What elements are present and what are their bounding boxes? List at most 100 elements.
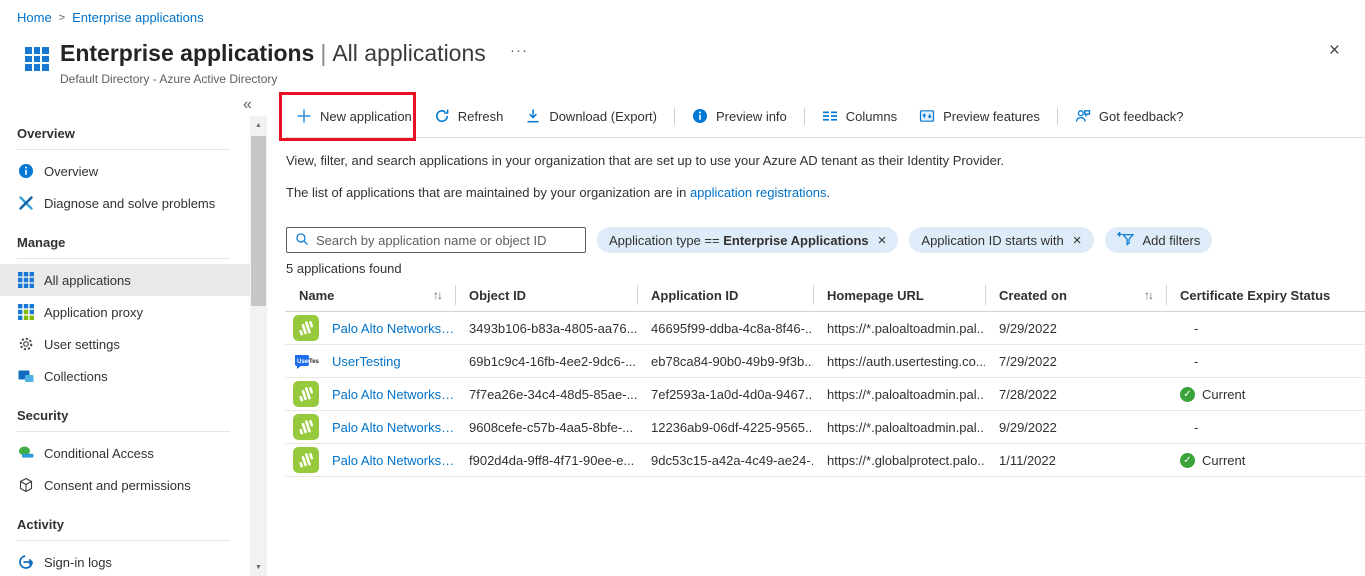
filter-pill-application-type[interactable]: Application type == Enterprise Applicati… [597, 227, 898, 253]
sidebar-item-application-proxy[interactable]: Application proxy [0, 296, 250, 328]
sidebar-item-diagnose-and-solve-problems[interactable]: Diagnose and solve problems [0, 187, 250, 219]
toolbar-button-label: Columns [846, 109, 897, 124]
applications-table: Name↑↓ Object ID Application IDHomepage UR… [285, 279, 1365, 477]
column-header-label: Object ID [469, 288, 526, 303]
sidebar-section-header: Manage [0, 235, 250, 253]
scrollbar-thumb[interactable] [251, 136, 266, 306]
sidebar-section: OverviewOverviewDiagnose and solve probl… [0, 112, 250, 219]
application-name-link[interactable]: UserTesting [332, 354, 401, 369]
homepage-url-cell: https://*.globalprotect.palo... [813, 444, 985, 476]
sidebar-section: SecurityConditional AccessConsent and pe… [0, 392, 250, 501]
download-export--button[interactable]: Download (Export) [514, 98, 668, 134]
certificate-status-cell: - [1166, 312, 1365, 344]
close-icon[interactable]: × [1329, 41, 1340, 60]
certificate-status-cell: ✓Current [1166, 378, 1365, 410]
toolbar: New application Refresh Download (Export) P… [285, 95, 1365, 138]
application-name-link[interactable]: Palo Alto Networks ... [332, 420, 455, 435]
more-options-icon[interactable]: ··· [510, 42, 528, 59]
preview-info-button[interactable]: Preview info [681, 98, 798, 134]
name-cell: UserTes UserTesting [285, 345, 455, 377]
proxy-icon [17, 304, 34, 321]
toolbar-button-label: Preview features [943, 109, 1040, 124]
main-content: New application Refresh Download (Export) P… [285, 95, 1365, 576]
sidebar-item-label: Application proxy [44, 305, 143, 320]
columns-button[interactable]: Columns [811, 98, 908, 134]
application-name-link[interactable]: Palo Alto Networks ... [332, 453, 455, 468]
homepage-url-cell: https://auth.usertesting.co... [813, 345, 985, 377]
name-cell: Palo Alto Networks ... [285, 411, 455, 443]
certificate-status-text: Current [1202, 387, 1245, 402]
certificate-status-cell: - [1166, 411, 1365, 443]
toolbar-button-label: Download (Export) [549, 109, 657, 124]
sidebar-item-label: Consent and permissions [44, 478, 191, 493]
toolbar-button-label: Preview info [716, 109, 787, 124]
object-id-cell: 9608cefe-c57b-4aa5-8bfe-... [455, 411, 637, 443]
sidebar-item-label: Sign-in logs [44, 555, 112, 570]
divider [17, 258, 230, 259]
diagnose-icon [17, 195, 34, 212]
add-filters-button[interactable]: Add filters [1105, 227, 1213, 253]
sidebar-item-consent-and-permissions[interactable]: Consent and permissions [0, 469, 250, 501]
table-row: Palo Alto Networks ...f902d4da-9ff8-4f71… [285, 444, 1365, 477]
page-title-view: All applications [332, 40, 485, 66]
search-box[interactable] [286, 227, 586, 253]
created-on-cell: 9/29/2022 [985, 312, 1166, 344]
toolbar-button-label: Refresh [458, 109, 504, 124]
preview-features-button[interactable]: Preview features [908, 98, 1051, 134]
scroll-down-icon[interactable]: ▼ [250, 560, 267, 574]
page-title: Enterprise applications|All applications [60, 40, 486, 67]
info-icon [17, 163, 34, 180]
usertesting-app-icon: UserTes [293, 348, 319, 374]
sidebar-item-conditional-access[interactable]: Conditional Access [0, 437, 250, 469]
refresh-button[interactable]: Refresh [423, 98, 515, 134]
remove-filter-icon[interactable]: × [878, 233, 887, 248]
sort-icon[interactable]: ↑↓ [433, 288, 441, 302]
column-header-created-on[interactable]: Created on↑↓ [985, 279, 1166, 311]
remove-filter-icon[interactable]: × [1073, 233, 1082, 248]
cube-icon [17, 477, 34, 494]
description-line1: View, filter, and search applications in… [286, 153, 1004, 168]
palo-alto-app-icon [293, 447, 319, 473]
filter-pill-application-id[interactable]: Application ID starts with × [909, 227, 1093, 253]
description-line2: The list of applications that are mainta… [286, 185, 830, 200]
column-header-object-id[interactable]: Object ID [455, 279, 637, 311]
breadcrumb-current-link[interactable]: Enterprise applications [72, 10, 204, 25]
sidebar-section: ActivitySign-in logsUsage & insights [0, 501, 250, 576]
application-id-cell: 12236ab9-06df-4225-9565... [637, 411, 813, 443]
toolbar-button-label: Got feedback? [1099, 109, 1184, 124]
sidebar-item-all-applications[interactable]: All applications [0, 264, 250, 296]
breadcrumb-home-link[interactable]: Home [17, 10, 52, 25]
got-feedback--button[interactable]: Got feedback? [1064, 98, 1195, 134]
column-header-name[interactable]: Name↑↓ [285, 279, 455, 311]
sidebar-item-label: Collections [44, 369, 108, 384]
search-input[interactable] [316, 233, 577, 248]
application-registrations-link[interactable]: application registrations [690, 185, 827, 200]
divider [17, 431, 230, 432]
sort-icon[interactable]: ↑↓ [1144, 288, 1152, 302]
collections-icon [17, 368, 34, 385]
sidebar-item-label: All applications [44, 273, 131, 288]
scroll-up-icon[interactable]: ▲ [250, 118, 267, 132]
column-header-certificate-expiry-status[interactable]: Certificate Expiry Status [1166, 279, 1365, 311]
column-header-application-id[interactable]: Application ID [637, 279, 813, 311]
new-application-button[interactable]: New application [285, 98, 423, 134]
column-header-homepage-url[interactable]: Homepage URL [813, 279, 985, 311]
sidebar-section: Manage All applications Application proxy U… [0, 219, 250, 392]
application-name-link[interactable]: Palo Alto Networks ... [332, 321, 455, 336]
plus-icon [296, 108, 312, 124]
sidebar-item-overview[interactable]: Overview [0, 155, 250, 187]
sidebar-item-collections[interactable]: Collections [0, 360, 250, 392]
certificate-status-cell: - [1166, 345, 1365, 377]
application-name-link[interactable]: Palo Alto Networks ... [332, 387, 455, 402]
search-icon [295, 232, 309, 249]
page-title-primary: Enterprise applications [60, 40, 314, 66]
filter-pill-text: Application type == Enterprise Applicati… [609, 233, 869, 248]
sidebar-scrollbar[interactable]: ▲ ▼ [250, 116, 267, 576]
created-on-cell: 7/29/2022 [985, 345, 1166, 377]
sidebar-item-user-settings[interactable]: User settings [0, 328, 250, 360]
created-on-cell: 9/29/2022 [985, 411, 1166, 443]
name-cell: Palo Alto Networks ... [285, 444, 455, 476]
homepage-url-cell: https://*.paloaltoadmin.pal... [813, 378, 985, 410]
table-body: Palo Alto Networks ...3493b106-b83a-4805… [285, 312, 1365, 477]
sidebar-item-sign-in-logs[interactable]: Sign-in logs [0, 546, 250, 576]
